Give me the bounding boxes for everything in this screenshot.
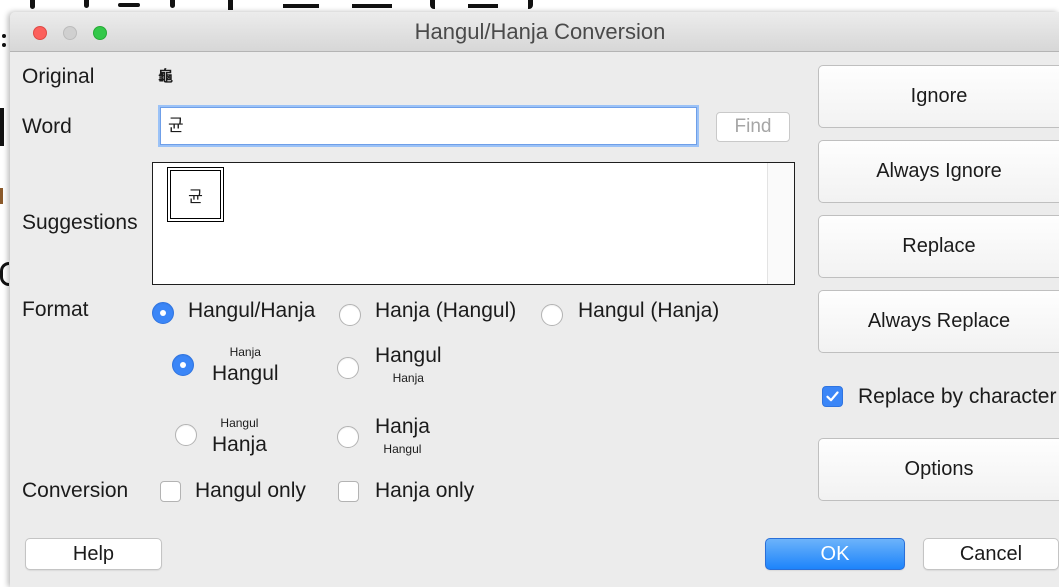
format-hanja-hangul-radio[interactable] [339, 304, 361, 326]
ruby-annotation: Hangul [220, 416, 259, 430]
background-glyph-fragment [2, 34, 6, 38]
hanja-only-checkbox[interactable] [338, 481, 359, 502]
titlebar[interactable]: Hangul/Hanja Conversion [10, 12, 1059, 52]
find-button[interactable]: Find [716, 112, 790, 142]
replace-button[interactable]: Replace [818, 215, 1059, 278]
background-glyph-fragment [468, 4, 498, 8]
word-input[interactable]: 균 [160, 107, 697, 145]
ruby-hangul-above-hanja-radio[interactable] [337, 357, 359, 379]
suggestions-scrollbar[interactable] [767, 163, 794, 284]
ruby-annotation: Hangul [383, 442, 422, 456]
suggestion-item[interactable]: 균 [167, 167, 224, 222]
ruby-hangul-above-hanja-small-radio[interactable] [175, 424, 197, 446]
options-button[interactable]: Options [818, 438, 1059, 501]
format-hanja-hangul-label[interactable]: Hanja (Hangul) [375, 299, 516, 323]
window-title: Hangul/Hanja Conversion [414, 19, 666, 44]
ruby-hanja-above-hangul-label[interactable]: Hanja Hangul [212, 344, 279, 385]
format-hangul-paren-hanja-label[interactable]: Hangul (Hanja) [578, 299, 719, 323]
suggestions-label: Suggestions [22, 211, 138, 234]
background-glyph-fragment [283, 4, 319, 8]
background-glyph-fragment [2, 43, 6, 47]
close-icon[interactable] [33, 26, 47, 40]
background-glyph-fragment [0, 188, 3, 204]
format-hangul-hanja-label[interactable]: Hangul/Hanja [188, 299, 315, 323]
background-glyph-fragment [352, 4, 392, 8]
ruby-base: Hangul [375, 344, 442, 367]
background-glyph-fragment [0, 108, 4, 146]
background-glyph-fragment [170, 0, 175, 8]
ignore-button[interactable]: Ignore [818, 65, 1059, 128]
cancel-button[interactable]: Cancel [923, 538, 1059, 570]
always-ignore-button[interactable]: Always Ignore [818, 140, 1059, 203]
ruby-annotation: Hanja [392, 371, 424, 385]
minimize-icon [63, 26, 77, 40]
hangul-hanja-dialog: Hangul/Hanja Conversion Original 龜 Word … [10, 12, 1059, 587]
ruby-base: Hangul [212, 362, 279, 385]
zoom-icon[interactable] [93, 26, 107, 40]
ruby-hanja-above-hangul-radio[interactable] [172, 354, 194, 376]
word-label: Word [22, 115, 72, 138]
original-label: Original [22, 65, 95, 88]
replace-by-character-checkbox[interactable] [822, 386, 843, 407]
ruby-hanja-above-hangul-small-radio[interactable] [337, 426, 359, 448]
checkmark-icon [826, 391, 839, 402]
background-glyph-fragment [118, 3, 140, 7]
hangul-only-checkbox[interactable] [160, 481, 181, 502]
ruby-base: Hanja [375, 415, 430, 438]
background-glyph-fragment [528, 0, 533, 9]
ruby-hangul-above-hanja-small-label[interactable]: Hangul Hanja [212, 415, 267, 456]
background-glyph-fragment [84, 0, 89, 8]
ruby-annotation: Hanja [229, 345, 261, 359]
suggestions-list[interactable]: 균 [152, 162, 795, 285]
hanja-only-label[interactable]: Hanja only [375, 479, 474, 503]
format-hangul-paren-hanja-radio[interactable] [541, 304, 563, 326]
background-glyph-fragment [0, 262, 9, 286]
replace-by-character-label[interactable]: Replace by character [858, 385, 1056, 409]
background-glyph-fragment [430, 0, 435, 9]
help-button[interactable]: Help [25, 538, 162, 570]
background-glyph-fragment [228, 0, 233, 10]
ok-button[interactable]: OK [765, 538, 905, 570]
background-glyph-fragment [30, 0, 35, 9]
hangul-only-label[interactable]: Hangul only [195, 479, 306, 503]
always-replace-button[interactable]: Always Replace [818, 290, 1059, 353]
format-label: Format [22, 298, 89, 321]
ruby-hanja-above-hangul-small-label[interactable]: Hanja Hangul [375, 416, 430, 457]
original-value: 龜 [158, 68, 174, 85]
ruby-hangul-above-hanja-label[interactable]: Hangul Hanja [375, 345, 442, 386]
format-hangul-hanja-radio[interactable] [152, 302, 174, 324]
ruby-base: Hanja [212, 433, 267, 456]
conversion-label: Conversion [22, 479, 129, 502]
